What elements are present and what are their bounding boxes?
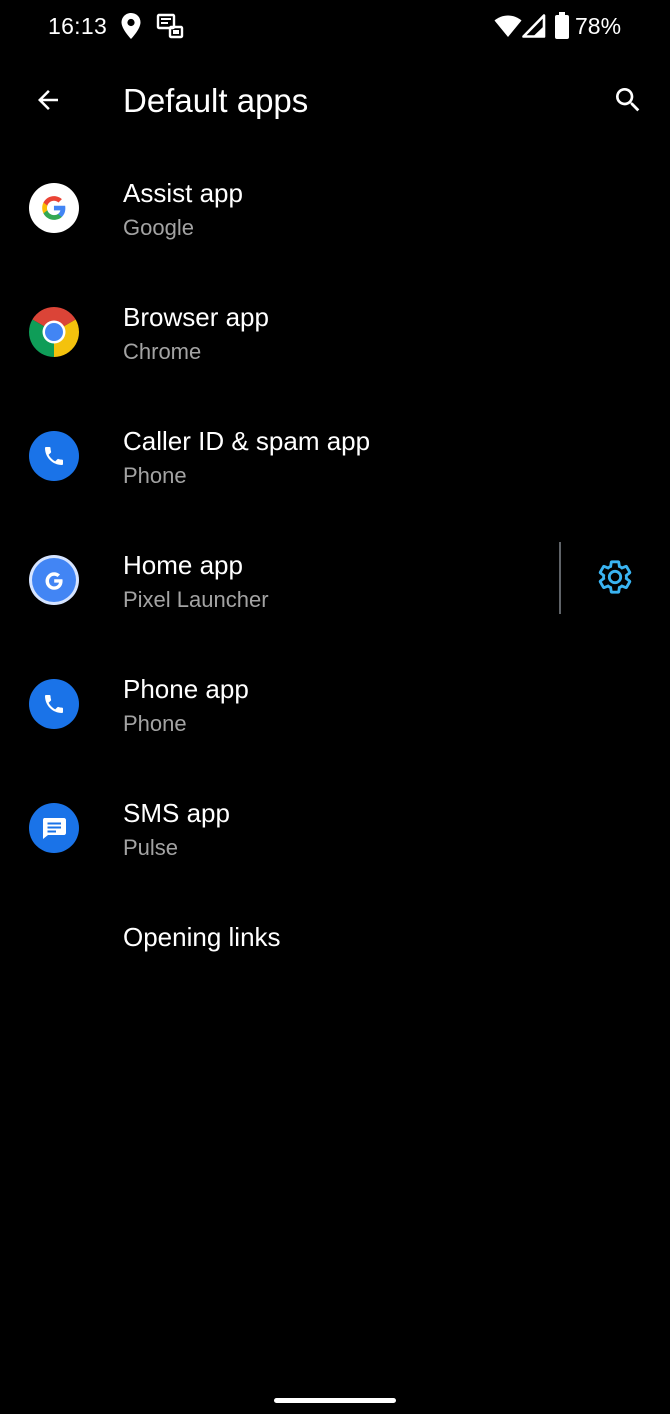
pref-caller-id-app[interactable]: Caller ID & spam app Phone	[0, 394, 670, 518]
pref-summary: Pulse	[123, 835, 179, 860]
opening-links-label: Opening links	[123, 922, 281, 952]
pref-summary: Chrome	[123, 339, 202, 364]
divider	[559, 542, 561, 614]
phone-icon	[29, 431, 79, 481]
pref-title: Home app	[123, 550, 243, 580]
pref-title: Phone app	[123, 674, 249, 704]
page-title: Default apps	[123, 82, 309, 119]
pref-title: Caller ID & spam app	[123, 426, 371, 456]
pref-summary: Phone	[123, 463, 187, 488]
search-icon	[612, 84, 644, 121]
cell-signal-icon	[522, 14, 546, 43]
pref-summary: Pixel Launcher	[123, 587, 269, 612]
search-button[interactable]	[604, 78, 652, 126]
status-time: 16:13	[48, 13, 108, 39]
gesture-nav-handle[interactable]	[274, 1398, 396, 1403]
back-arrow-icon	[33, 85, 63, 120]
pref-title: SMS app	[123, 798, 230, 828]
pref-home-app[interactable]: Home app Pixel Launcher	[0, 518, 670, 642]
phone-icon	[29, 679, 79, 729]
app-bar: Default apps	[0, 60, 670, 140]
pref-sms-app[interactable]: SMS app Pulse	[0, 766, 670, 890]
pref-assist-app[interactable]: Assist app Google	[0, 146, 670, 270]
pref-opening-links[interactable]: Opening links	[0, 890, 670, 980]
pref-title: Assist app	[123, 178, 243, 208]
chrome-icon	[29, 307, 79, 357]
sms-icon	[29, 803, 79, 853]
notification-icon	[156, 12, 184, 45]
pref-title: Browser app	[123, 302, 269, 332]
google-g-icon	[29, 183, 79, 233]
location-icon	[120, 12, 142, 45]
status-bar: 16:13 78%	[0, 0, 670, 56]
pref-browser-app[interactable]: Browser app Chrome	[0, 270, 670, 394]
default-apps-list: Assist app Google Browser app Chrome Cal…	[0, 146, 670, 980]
gear-icon	[596, 558, 634, 601]
wifi-icon	[494, 14, 522, 43]
pixel-launcher-icon	[29, 555, 79, 605]
pref-phone-app[interactable]: Phone app Phone	[0, 642, 670, 766]
pref-summary: Phone	[123, 711, 187, 736]
home-app-settings-button[interactable]	[590, 554, 640, 604]
battery-icon	[555, 12, 569, 44]
battery-percent: 78%	[575, 13, 622, 39]
back-button[interactable]	[24, 78, 72, 126]
pref-summary: Google	[123, 215, 194, 240]
